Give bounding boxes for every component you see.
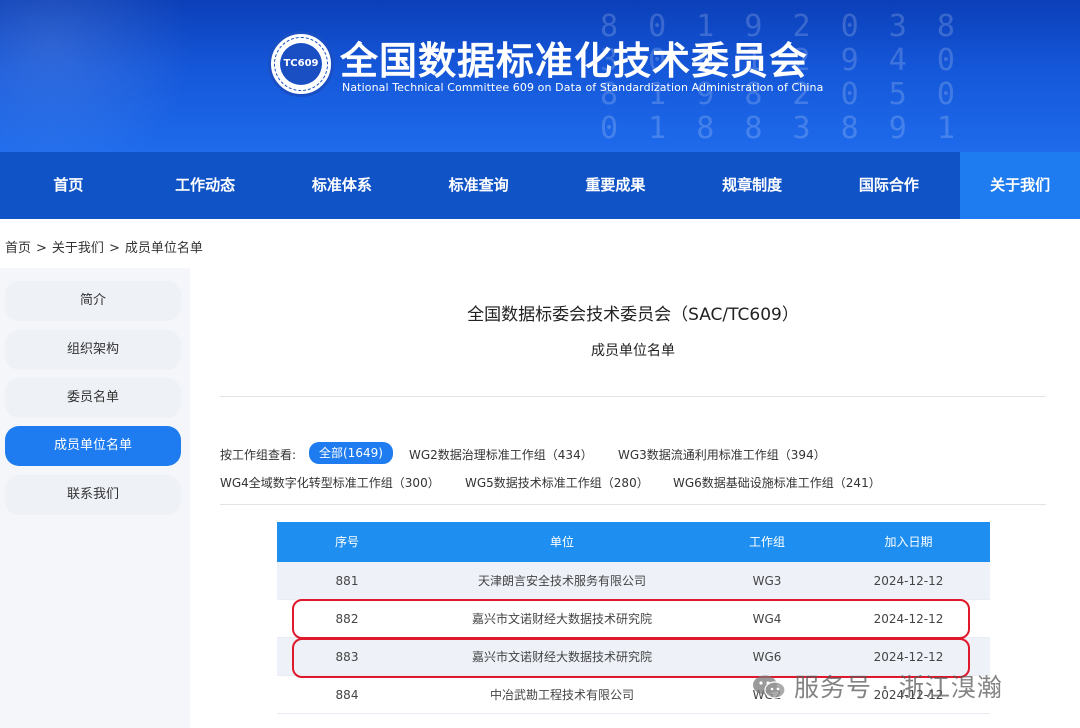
cell-working-group: WG3	[752, 574, 782, 588]
nav-item-news[interactable]: 工作动态	[137, 152, 274, 219]
watermark-text: 服务号 · 浙江湨瀚	[794, 673, 1003, 702]
divider	[220, 396, 1046, 397]
nav-item-standard-system[interactable]: 标准体系	[274, 152, 411, 219]
header-index[interactable]: 序号	[277, 522, 417, 562]
table-row[interactable]: 881 天津朗言安全技术服务有限公司 WG3 2024-12-12	[277, 562, 990, 600]
breadcrumb-separator: >	[36, 241, 47, 256]
cell-working-group: WG4	[752, 612, 782, 626]
cell-unit: 嘉兴市文诺财经大数据技术研究院	[471, 612, 652, 626]
content-subtitle: 成员单位名单	[591, 343, 675, 359]
banner-glow	[0, 0, 260, 152]
cell-unit: 嘉兴市文诺财经大数据技术研究院	[471, 650, 652, 664]
breadcrumb-current[interactable]: 成员单位名单	[125, 241, 203, 256]
table-header: 序号 单位 工作组 加入日期	[277, 522, 990, 562]
cell-join-date: 2024-12-12	[873, 612, 944, 626]
sidebar-item-organization[interactable]: 组织架构	[5, 330, 181, 370]
filter-wg6[interactable]: WG6数据基础设施标准工作组（241）	[673, 474, 881, 491]
logo-text: TC609	[280, 43, 322, 85]
filter-all[interactable]: 全部(1649)	[309, 442, 393, 464]
cell-unit: 中冶武勘工程技术有限公司	[489, 688, 634, 702]
filter-wg4[interactable]: WG4全域数字化转型标准工作组（300）	[220, 474, 440, 491]
site-banner: 8 0 1 9 2 0 3 8 3 0 8 1 2 9 4 0 8 1 9 8 …	[0, 0, 1080, 152]
nav-item-home[interactable]: 首页	[0, 152, 137, 219]
site-subtitle: National Technical Committee 609 on Data…	[342, 81, 824, 94]
site-title: 全国数据标准化技术委员会	[340, 39, 809, 83]
nav-item-regulations[interactable]: 规章制度	[684, 152, 821, 219]
cell-index: 881	[335, 574, 359, 588]
committee-logo[interactable]: TC609	[268, 31, 334, 97]
header-working-group[interactable]: 工作组	[707, 522, 827, 562]
sidebar-item-members[interactable]: 委员名单	[5, 378, 181, 418]
breadcrumb-home[interactable]: 首页	[5, 241, 31, 256]
filter-wg3[interactable]: WG3数据流通利用标准工作组（394）	[618, 446, 826, 463]
nav-item-standard-search[interactable]: 标准查询	[410, 152, 547, 219]
cell-index: 884	[335, 688, 359, 702]
nav-item-achievements[interactable]: 重要成果	[547, 152, 684, 219]
nav-item-international[interactable]: 国际合作	[821, 152, 958, 219]
main-nav: 首页 工作动态 标准体系 标准查询 重要成果 规章制度 国际合作 关于我们	[0, 152, 1080, 219]
header-join-date[interactable]: 加入日期	[827, 522, 990, 562]
table-row[interactable]: 882 嘉兴市文诺财经大数据技术研究院 WG4 2024-12-12	[277, 600, 990, 638]
content-title: 全国数据标委会技术委员会（SAC/TC609）	[467, 305, 799, 325]
sidebar-item-intro[interactable]: 简介	[5, 281, 181, 321]
cell-index: 882	[335, 612, 359, 626]
breadcrumb-separator: >	[108, 241, 120, 256]
sidebar: 简介 组织架构 委员名单 成员单位名单 联系我们	[0, 268, 190, 728]
cell-unit: 天津朗言安全技术服务有限公司	[477, 574, 646, 588]
watermark: 服务号 · 浙江湨瀚	[752, 668, 1003, 704]
cell-join-date: 2024-12-12	[873, 574, 944, 588]
divider	[220, 504, 1046, 505]
filter-label: 按工作组查看:	[220, 448, 297, 462]
nav-item-about-us[interactable]: 关于我们	[960, 152, 1080, 219]
sidebar-item-member-units[interactable]: 成员单位名单	[5, 426, 181, 466]
filter-wg2[interactable]: WG2数据治理标准工作组（434）	[409, 446, 593, 463]
breadcrumb-about[interactable]: 关于我们	[52, 241, 104, 256]
sidebar-item-contact[interactable]: 联系我们	[5, 475, 181, 515]
breadcrumb: 首页 > 关于我们 > 成员单位名单	[5, 237, 203, 256]
header-unit[interactable]: 单位	[417, 522, 707, 562]
filter-wg5[interactable]: WG5数据技术标准工作组（280）	[465, 474, 649, 491]
cell-index: 883	[335, 650, 359, 664]
wechat-icon	[753, 675, 786, 699]
